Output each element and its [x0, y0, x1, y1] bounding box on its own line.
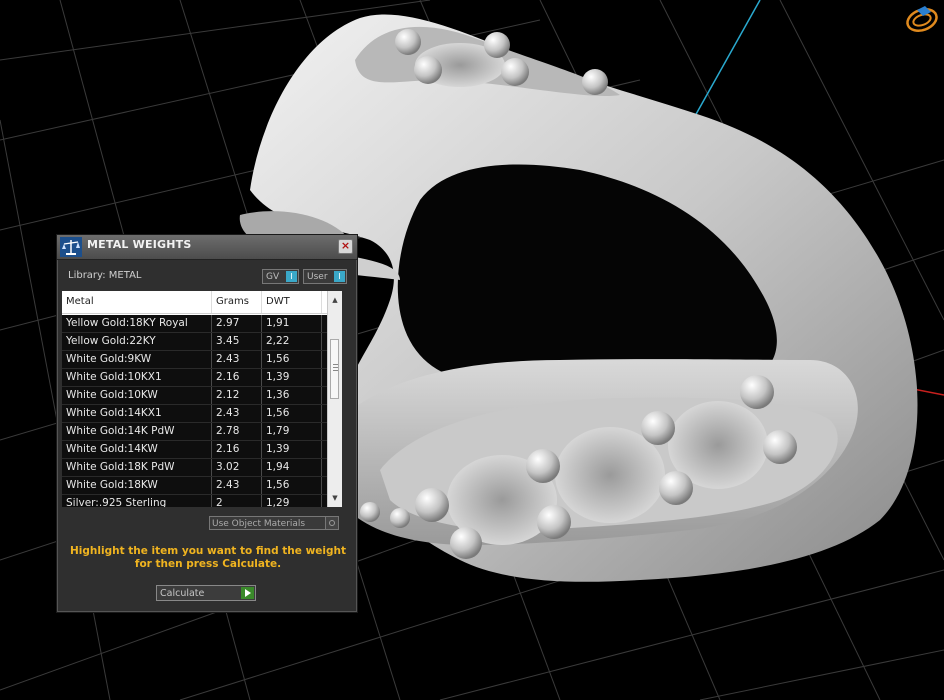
dwt-cell: 1,36: [262, 387, 322, 404]
dwt-cell: 1,39: [262, 369, 322, 386]
metal-cell: White Gold:10KX1: [62, 369, 212, 386]
grams-cell: 2.78: [212, 423, 262, 440]
header-dwt[interactable]: DWT: [262, 291, 322, 313]
gv-toggle-button[interactable]: GV I: [262, 269, 299, 284]
table-scrollbar[interactable]: ▲ ▼: [327, 291, 342, 507]
metal-cell: White Gold:14KW: [62, 441, 212, 458]
user-toggle-button[interactable]: User I: [303, 269, 347, 284]
grams-cell: 2: [212, 495, 262, 507]
dwt-cell: 1,79: [262, 423, 322, 440]
metal-cell: White Gold:14KX1: [62, 405, 212, 422]
grams-cell: 2.16: [212, 369, 262, 386]
table-row[interactable]: White Gold:14K PdW 2.78 1,79: [62, 423, 342, 441]
grams-cell: 2.97: [212, 315, 262, 332]
play-arrow-icon: [241, 587, 254, 599]
use-object-materials-toggle[interactable]: [325, 516, 339, 530]
table-body: Yellow Gold:18KY Royal 2.97 1,91 Yellow …: [62, 315, 342, 507]
calculate-label: Calculate: [160, 588, 205, 599]
gv-label: GV: [266, 272, 280, 282]
dwt-cell: 1,39: [262, 441, 322, 458]
y-axis-line: [689, 0, 761, 126]
table-row[interactable]: Yellow Gold:18KY Royal 2.97 1,91: [62, 315, 342, 333]
table-row[interactable]: White Gold:14KW 2.16 1,39: [62, 441, 342, 459]
dwt-cell: 1,56: [262, 351, 322, 368]
panel-title: METAL WEIGHTS: [87, 238, 192, 251]
header-metal[interactable]: Metal: [62, 291, 212, 313]
grams-cell: 3.02: [212, 459, 262, 476]
dwt-cell: 2,22: [262, 333, 322, 350]
table-row[interactable]: Yellow Gold:22KY 3.45 2,22: [62, 333, 342, 351]
table-row[interactable]: White Gold:9KW 2.43 1,56: [62, 351, 342, 369]
dwt-cell: 1,91: [262, 315, 322, 332]
metal-table: Metal Grams DWT Yellow Gold:18KY Royal 2…: [62, 291, 342, 507]
header-grams[interactable]: Grams: [212, 291, 262, 313]
table-row[interactable]: White Gold:10KW 2.12 1,36: [62, 387, 342, 405]
toggle-circle-icon: [329, 520, 335, 526]
use-object-materials-field[interactable]: Use Object Materials: [209, 516, 337, 530]
dwt-cell: 1,29: [262, 495, 322, 507]
table-row[interactable]: White Gold:14KX1 2.43 1,56: [62, 405, 342, 423]
metal-cell: White Gold:10KW: [62, 387, 212, 404]
panel-titlebar[interactable]: METAL WEIGHTS ×: [57, 235, 357, 260]
scale-icon: [60, 237, 82, 257]
metal-cell: Yellow Gold:18KY Royal: [62, 315, 212, 332]
user-indicator: I: [334, 271, 345, 282]
metal-cell: White Gold:14K PdW: [62, 423, 212, 440]
library-label: Library: METAL: [68, 270, 142, 281]
grams-cell: 2.43: [212, 351, 262, 368]
metal-cell: White Gold:18K PdW: [62, 459, 212, 476]
metal-cell: White Gold:9KW: [62, 351, 212, 368]
scroll-thumb[interactable]: [330, 339, 339, 399]
metal-cell: Silver:.925 Sterling: [62, 495, 212, 507]
metal-weights-panel: METAL WEIGHTS × Library: METAL GV I User…: [56, 234, 358, 613]
table-row[interactable]: White Gold:10KX1 2.16 1,39: [62, 369, 342, 387]
table-row[interactable]: White Gold:18KW 2.43 1,56: [62, 477, 342, 495]
table-row[interactable]: Silver:.925 Sterling 2 1,29: [62, 495, 342, 507]
grams-cell: 2.43: [212, 477, 262, 494]
grams-cell: 2.43: [212, 405, 262, 422]
user-label: User: [307, 272, 328, 282]
grams-cell: 2.12: [212, 387, 262, 404]
scroll-down-arrow-icon[interactable]: ▼: [328, 491, 342, 505]
table-row[interactable]: White Gold:18K PdW 3.02 1,94: [62, 459, 342, 477]
dwt-cell: 1,56: [262, 405, 322, 422]
table-header: Metal Grams DWT: [62, 291, 342, 314]
calculate-button[interactable]: Calculate: [156, 585, 256, 601]
metal-cell: White Gold:18KW: [62, 477, 212, 494]
dwt-cell: 1,56: [262, 477, 322, 494]
gv-indicator: I: [286, 271, 297, 282]
grams-cell: 2.16: [212, 441, 262, 458]
scroll-up-arrow-icon[interactable]: ▲: [328, 293, 342, 307]
grams-cell: 3.45: [212, 333, 262, 350]
close-button[interactable]: ×: [338, 239, 353, 254]
instructions-text: Highlight the item you want to find the …: [70, 545, 346, 570]
metal-cell: Yellow Gold:22KY: [62, 333, 212, 350]
view-orientation-icon[interactable]: [903, 2, 941, 38]
dwt-cell: 1,94: [262, 459, 322, 476]
